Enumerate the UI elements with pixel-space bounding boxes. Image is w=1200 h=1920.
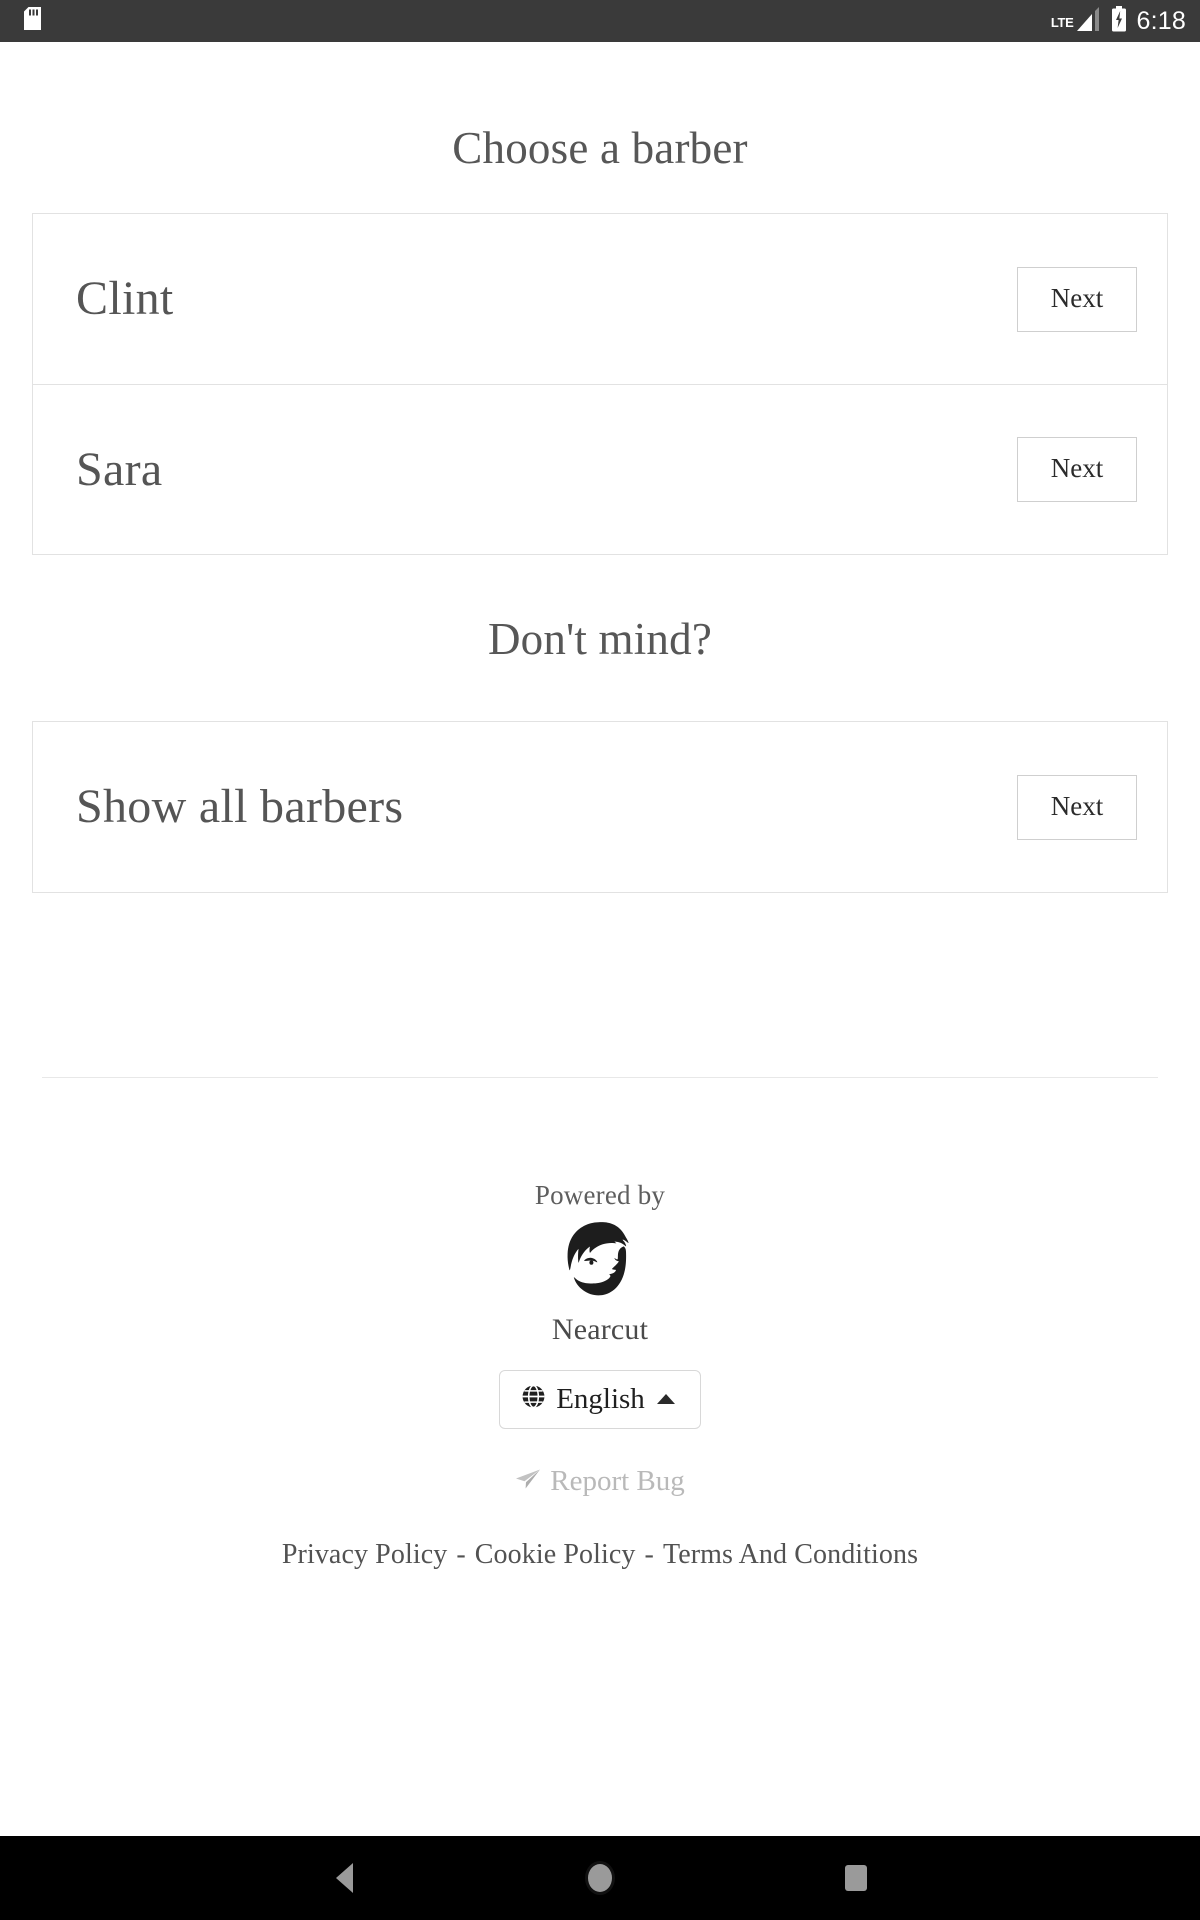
network-type-indicator: LTE: [1050, 6, 1101, 36]
battery-charging-icon: [1111, 5, 1127, 37]
report-bug-link[interactable]: Report Bug: [515, 1467, 685, 1496]
privacy-policy-link[interactable]: Privacy Policy: [282, 1539, 448, 1571]
barber-row-sara[interactable]: Sara Next: [33, 384, 1167, 554]
main-content: Choose a barber Clint Next Sara Next Don…: [0, 42, 1200, 1836]
next-button-show-all[interactable]: Next: [1017, 774, 1137, 840]
report-bug-label: Report Bug: [550, 1465, 685, 1497]
nav-home-button[interactable]: [472, 1836, 728, 1920]
bearded-man-logo-icon: [554, 1221, 646, 1304]
language-selector-button[interactable]: English: [499, 1370, 701, 1429]
next-button-sara[interactable]: Next: [1017, 437, 1137, 502]
next-button-clint[interactable]: Next: [1017, 266, 1137, 332]
status-bar-clock: 6:18: [1136, 6, 1186, 35]
barber-name: Clint: [76, 272, 174, 325]
back-triangle-icon: [335, 1863, 353, 1893]
page-footer: Powered by Nearcut English Report Bug Pr…: [0, 1122, 1200, 1571]
android-status-bar: LTE 6:18: [0, 0, 1200, 42]
legal-links[interactable]: Privacy Policy - Cookie Policy - Terms A…: [282, 1539, 918, 1571]
barber-row-clint[interactable]: Clint Next: [33, 214, 1167, 384]
send-paper-plane-icon: [515, 1467, 541, 1496]
show-all-barbers-row[interactable]: Show all barbers Next: [33, 722, 1167, 892]
barber-name: Sara: [76, 442, 163, 496]
nav-back-button[interactable]: [216, 1836, 472, 1920]
nav-recents-button[interactable]: [728, 1836, 984, 1920]
cookie-policy-link[interactable]: Cookie Policy: [475, 1539, 636, 1571]
legal-separator: -: [644, 1539, 654, 1570]
language-label: English: [556, 1382, 645, 1415]
brand-name: Nearcut: [551, 1313, 649, 1346]
signal-bars-icon: [1075, 6, 1101, 36]
globe-icon: [521, 1384, 546, 1414]
barber-list: Clint Next Sara Next: [32, 213, 1168, 555]
show-all-barbers-label: Show all barbers: [76, 780, 404, 833]
recents-square-icon: [845, 1865, 867, 1891]
terms-and-conditions-link[interactable]: Terms And Conditions: [663, 1539, 918, 1571]
legal-separator: -: [456, 1539, 466, 1570]
status-bar-right-icons: LTE 6:18: [1050, 5, 1186, 37]
phone-screen: LTE 6:18 Choose a barber Clint Next Sara…: [0, 0, 1200, 1920]
android-navigation-bar: [0, 1836, 1200, 1920]
sd-card-icon: [24, 7, 41, 35]
footer-divider: [42, 1077, 1158, 1078]
powered-by-label: Powered by: [534, 1180, 666, 1210]
caret-up-icon: [656, 1394, 675, 1404]
page-title: Choose a barber: [452, 123, 748, 173]
show-all-barbers-card: Show all barbers Next: [32, 721, 1168, 893]
lte-label: LTE: [1050, 14, 1074, 30]
status-bar-left-icons: [24, 7, 41, 35]
dont-mind-heading: Don't mind?: [487, 614, 713, 664]
home-circle-icon: [585, 1861, 615, 1895]
